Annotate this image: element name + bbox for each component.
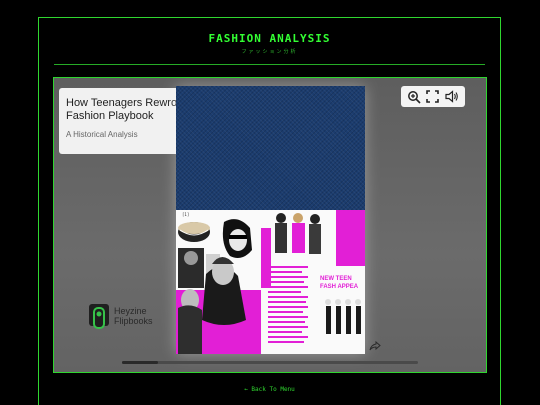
- flipbook-page[interactable]: [1] NEW TEEN FASH APPEAL: [176, 86, 365, 354]
- sound-icon[interactable]: [444, 89, 460, 105]
- collage-area: [1] NEW TEEN FASH APPEAL: [176, 210, 365, 354]
- flipbook-viewer[interactable]: How Teenagers Rewrote the Fashion Playbo…: [53, 77, 487, 373]
- poster-text-graphic: NEW TEEN FASH APPEAL: [320, 276, 358, 290]
- heyzine-logo-icon: [89, 304, 109, 329]
- page-scrollbar[interactable]: [122, 361, 418, 364]
- book-info-card: How Teenagers Rewrote the Fashion Playbo…: [59, 88, 194, 154]
- heyzine-logo[interactable]: Heyzine Flipbooks: [88, 303, 153, 329]
- fullscreen-icon[interactable]: [425, 89, 441, 105]
- zoom-in-icon[interactable]: [406, 89, 422, 105]
- denim-texture: [176, 86, 365, 210]
- header-divider: [54, 64, 485, 65]
- svg-text:FASH APPEAL: FASH APPEAL: [320, 284, 358, 290]
- page-subtitle: ファッション分析: [241, 49, 298, 55]
- page-scrollbar-thumb[interactable]: [122, 361, 158, 364]
- book-subtitle: A Historical Analysis: [66, 130, 138, 139]
- heyzine-logo-text: Heyzine Flipbooks: [114, 306, 153, 326]
- viewer-toolbar: [401, 86, 465, 107]
- share-icon[interactable]: [369, 336, 381, 355]
- book-title: How Teenagers Rewrote the Fashion Playbo…: [66, 97, 194, 122]
- page-title: FASHION ANALYSIS: [208, 32, 331, 45]
- back-to-menu-link[interactable]: ← Back To Menu: [39, 386, 500, 393]
- svg-text:NEW TEEN: NEW TEEN: [320, 276, 352, 282]
- page-frame: FASHION ANALYSIS ファッション分析 How Teenagers …: [38, 17, 501, 405]
- page-number: [1]: [182, 212, 190, 217]
